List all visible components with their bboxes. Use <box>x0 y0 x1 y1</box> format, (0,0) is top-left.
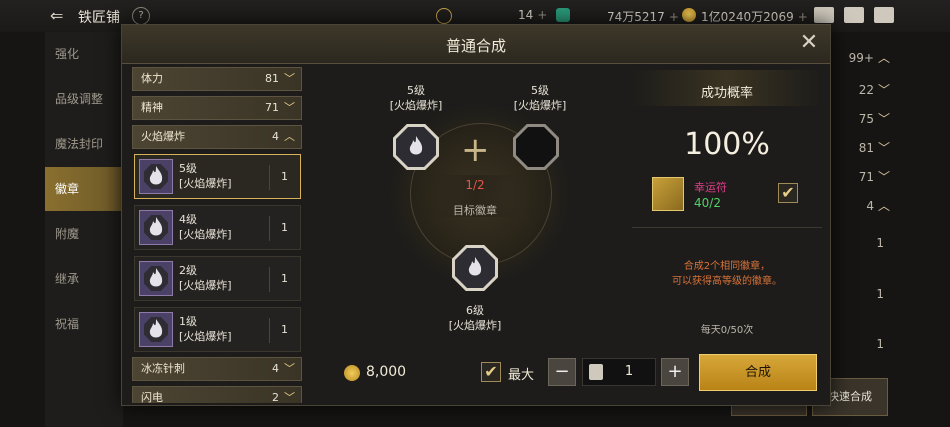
daily-limit: 每天0/50次 <box>700 325 754 336</box>
lucky-charm-name: 幸运符 <box>694 181 727 194</box>
flame-icon <box>149 166 163 185</box>
synthesis-cost: 8,000 <box>366 364 407 380</box>
sidebar-item-seal[interactable]: 魔法封印 <box>45 122 123 166</box>
badge-name: 2级 [火焰爆炸] <box>179 264 232 292</box>
badge-qty: 1 <box>281 323 288 336</box>
bg-qty: 1 <box>876 287 884 301</box>
close-icon[interactable]: ✕ <box>798 32 820 54</box>
success-rate-value: 100% <box>684 127 770 162</box>
badge-card[interactable]: 1级 [火焰爆炸] 1 <box>134 307 301 352</box>
right-slot-label: 5级 [火焰爆炸] <box>513 84 567 112</box>
quantity-field[interactable]: 1 <box>582 358 656 386</box>
lucky-charm-count: 40/2 <box>694 196 721 210</box>
mail-icon[interactable] <box>844 7 864 23</box>
help-icon[interactable]: ? <box>132 7 150 25</box>
page-title: 铁匠铺 <box>78 10 120 26</box>
right-badge-slot[interactable] <box>513 124 559 170</box>
max-label: 最大 <box>508 368 535 383</box>
lucky-charm-icon <box>652 177 684 211</box>
badge-name: 1级 [火焰爆炸] <box>179 315 232 343</box>
badge-qty: 1 <box>281 170 288 183</box>
bg-count: 71 ﹀ <box>858 170 890 184</box>
flame-icon <box>149 319 163 338</box>
bg-qty: 1 <box>876 337 884 351</box>
chat-icon[interactable] <box>874 7 894 23</box>
badge-thumb <box>139 210 173 245</box>
resource-energy: 14 + <box>518 8 548 22</box>
dialog-header: 普通合成 ✕ <box>122 25 830 64</box>
left-slot-label: 5级 [火焰爆炸] <box>389 84 443 112</box>
bg-qty: 1 <box>876 236 884 250</box>
gem-icon <box>556 8 570 22</box>
resource-gold: 1亿0240万2069 + <box>701 10 808 24</box>
badge-qty: 1 <box>281 221 288 234</box>
flame-icon <box>149 268 163 287</box>
category-header[interactable]: 体力 81 ﹀ <box>132 67 302 91</box>
sidebar-item-bless[interactable]: 祝福 <box>45 302 123 346</box>
category-header[interactable]: 火焰爆炸 4 ︿ <box>132 125 302 149</box>
cart-icon[interactable] <box>814 7 834 23</box>
category-header[interactable]: 精神 71 ﹀ <box>132 96 302 120</box>
synthesis-description: 合成2个相同徽章， 可以获得高等级的徽章。 <box>672 261 782 287</box>
badge-list: 体力 81 ﹀ 精神 71 ﹀ 火焰爆炸 4 ︿ 5级 [火焰爆炸] 1 4级 [火焰爆炸] 1… <box>132 67 304 403</box>
sidebar: 强化 品级调整 魔法封印 徽章 附魔 继承 祝福 <box>45 32 123 427</box>
chevron-up-icon: ︿ <box>284 130 295 143</box>
lucky-charm-checkbox[interactable]: ✔ <box>778 183 798 203</box>
gold-coin-icon <box>344 365 360 381</box>
category-header[interactable]: 冰冻针刺 4 ﹀ <box>132 357 302 381</box>
badge-qty: 1 <box>281 272 288 285</box>
chevron-down-icon: ﹀ <box>284 101 295 114</box>
category-header[interactable]: 闪电 2 ﹀ <box>132 386 302 403</box>
add-gems-button[interactable]: + <box>669 10 679 24</box>
chevron-down-icon: ﹀ <box>284 362 295 375</box>
sidebar-item-enchant[interactable]: 附魔 <box>45 212 123 256</box>
dialog-title: 普通合成 <box>445 37 506 55</box>
target-badge-label: 目标徽章 <box>453 204 497 217</box>
badge-thumb <box>139 261 173 296</box>
flame-icon <box>409 136 423 155</box>
badge-card[interactable]: 4级 [火焰爆炸] 1 <box>134 205 301 250</box>
synthesis-dialog: 普通合成 ✕ 体力 81 ﹀ 精神 71 ﹀ 火焰爆炸 4 ︿ 5级 [火焰爆炸] 1 4级[… <box>121 24 831 406</box>
add-gold-button[interactable]: + <box>798 10 808 24</box>
resource-gems: 74万5217 + <box>607 10 679 24</box>
badge-thumb <box>139 312 173 347</box>
flame-icon <box>149 217 163 236</box>
synthesize-button[interactable]: 合成 <box>699 354 817 391</box>
badge-card[interactable]: 2级 [火焰爆炸] 1 <box>134 256 301 301</box>
sidebar-item-inherit[interactable]: 继承 <box>45 257 123 301</box>
result-label: 6级 [火焰爆炸] <box>448 304 502 332</box>
chevron-down-icon: ﹀ <box>284 72 295 85</box>
back-arrow-icon[interactable]: ⇐ <box>50 7 68 25</box>
decrease-button[interactable]: − <box>548 358 576 386</box>
max-checkbox[interactable]: ✔ <box>481 362 501 382</box>
sidebar-item-badge[interactable]: 徽章 <box>45 167 123 211</box>
bg-count: 99+ ︿ <box>848 51 890 65</box>
success-rate-title: 成功概率 <box>700 86 753 101</box>
badge-name: 5级 [火焰爆炸] <box>179 162 232 190</box>
plus-icon: + <box>461 130 490 170</box>
badge-name: 4级 [火焰爆炸] <box>179 213 232 241</box>
bg-count: 4 ︿ <box>866 199 890 213</box>
energy-icon <box>436 8 452 24</box>
add-energy-button[interactable]: + <box>537 8 547 22</box>
badge-thumb <box>139 159 173 194</box>
gold-coin-icon <box>682 8 696 22</box>
bg-count: 22 ﹀ <box>858 83 890 97</box>
sidebar-item-enhance[interactable]: 强化 <box>45 32 123 76</box>
quantity-value: 1 <box>624 364 634 379</box>
bg-count: 75 ﹀ <box>858 112 890 126</box>
chevron-down-icon: ﹀ <box>284 391 295 403</box>
material-ratio: 1/2 <box>465 178 485 192</box>
bg-count: 81 ﹀ <box>858 141 890 155</box>
increase-button[interactable]: + <box>661 358 689 386</box>
flame-icon <box>468 257 482 276</box>
sidebar-item-grade[interactable]: 品级调整 <box>45 77 123 121</box>
badge-card[interactable]: 5级 [火焰爆炸] 1 <box>134 154 301 199</box>
calculator-icon[interactable] <box>589 364 603 380</box>
